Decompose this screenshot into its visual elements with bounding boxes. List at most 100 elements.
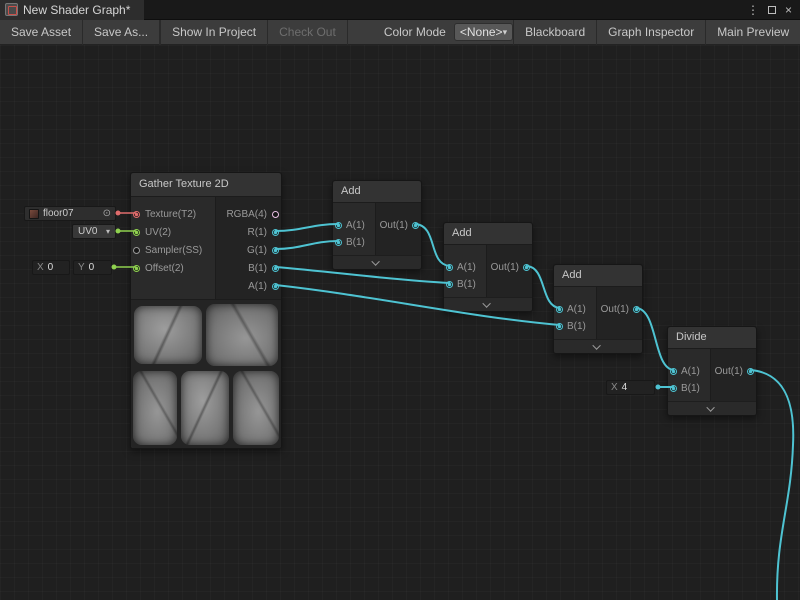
port-label: Out(1) [715, 366, 743, 377]
node-collapse-control[interactable] [668, 401, 756, 415]
node-divide[interactable]: Divide A(1) B(1) Out(1) [667, 326, 757, 416]
port-output-b[interactable]: B(1) [248, 260, 279, 276]
port-dot-a[interactable] [335, 222, 342, 229]
node-gather-texture-2d[interactable]: Gather Texture 2D Texture(T2) UV(2) Samp… [130, 172, 282, 449]
port-dot-b[interactable] [446, 281, 453, 288]
chevron-down-icon [592, 341, 600, 349]
offset-y-field[interactable]: Y 0 [73, 260, 112, 275]
color-mode-value: <None> [460, 25, 503, 39]
blackboard-toggle-button[interactable]: Blackboard [513, 20, 596, 45]
node-collapse-control[interactable] [333, 255, 421, 269]
port-input-uv[interactable]: UV(2) [133, 224, 171, 240]
main-preview-toggle-button[interactable]: Main Preview [705, 20, 800, 45]
port-label: G(1) [247, 245, 267, 256]
port-dot-out[interactable] [633, 306, 640, 313]
color-mode-label: Color Mode [376, 25, 454, 39]
node-collapse-control[interactable] [444, 297, 532, 311]
title-bar: New Shader Graph* ⋮ × [0, 0, 800, 20]
port-label: A(1) [457, 262, 476, 273]
uv-channel-dropdown[interactable]: UV0 ▾ [72, 224, 116, 239]
port-dot-texture[interactable] [133, 211, 140, 218]
port-dot-a[interactable] [556, 306, 563, 313]
save-asset-button[interactable]: Save Asset [0, 20, 83, 45]
toolbar-right-group: Blackboard Graph Inspector Main Preview [513, 20, 800, 45]
node-collapse-control[interactable] [554, 339, 642, 353]
port-input-a[interactable]: A(1) [446, 259, 476, 275]
graph-canvas[interactable] [0, 45, 800, 600]
save-as-button[interactable]: Save As... [83, 20, 160, 45]
port-dot-b[interactable] [272, 265, 279, 272]
port-label: A(1) [248, 281, 267, 292]
texture-object-field[interactable]: floor07 ⊙ [24, 206, 116, 221]
chevron-down-icon: ▾ [106, 227, 110, 236]
port-dot-uv[interactable] [133, 229, 140, 236]
port-dot-r[interactable] [272, 229, 279, 236]
node-body: A(1) B(1) Out(1) [554, 287, 642, 339]
close-icon[interactable]: × [785, 0, 792, 20]
node-add-1[interactable]: Add A(1) B(1) Out(1) [332, 180, 422, 270]
port-output-out[interactable]: Out(1) [601, 301, 640, 317]
port-label: Out(1) [601, 304, 629, 315]
shader-graph-window: New Shader Graph* ⋮ × Save Asset Save As… [0, 0, 800, 600]
port-dot-out[interactable] [523, 264, 530, 271]
port-input-texture[interactable]: Texture(T2) [133, 206, 196, 222]
maximize-icon[interactable] [768, 6, 776, 14]
show-in-project-button[interactable]: Show In Project [161, 20, 268, 45]
port-output-a[interactable]: A(1) [248, 278, 279, 294]
port-dot-offset[interactable] [133, 265, 140, 272]
port-input-a[interactable]: A(1) [335, 217, 365, 233]
graph-inspector-toggle-button[interactable]: Graph Inspector [596, 20, 705, 45]
port-input-a[interactable]: A(1) [670, 363, 700, 379]
port-dot-b[interactable] [556, 323, 563, 330]
color-mode-dropdown[interactable]: <None> ▾ [454, 23, 513, 41]
chevron-down-icon [482, 299, 490, 307]
port-output-out[interactable]: Out(1) [380, 217, 419, 233]
object-picker-icon[interactable]: ⊙ [103, 208, 111, 219]
port-dot-a[interactable] [670, 368, 677, 375]
window-controls: ⋮ × [747, 0, 800, 20]
port-dot-a[interactable] [446, 264, 453, 271]
offset-x-field[interactable]: X 0 [32, 260, 70, 275]
port-label: A(1) [567, 304, 586, 315]
texture-thumbnail [29, 209, 39, 219]
more-menu-icon[interactable]: ⋮ [747, 0, 759, 20]
node-title[interactable]: Add [444, 223, 532, 245]
port-dot-g[interactable] [272, 247, 279, 254]
uv-channel-value: UV0 [78, 226, 97, 237]
node-title[interactable]: Add [554, 265, 642, 287]
port-dot-rgba[interactable] [272, 211, 279, 218]
port-dot-out[interactable] [412, 222, 419, 229]
port-label: Sampler(SS) [145, 245, 202, 256]
port-input-b[interactable]: B(1) [446, 276, 476, 292]
port-dot-a[interactable] [272, 283, 279, 290]
port-dot-b[interactable] [670, 385, 677, 392]
document-tab[interactable]: New Shader Graph* [0, 0, 144, 20]
node-add-2[interactable]: Add A(1) B(1) Out(1) [443, 222, 533, 312]
port-input-b[interactable]: B(1) [670, 380, 700, 396]
node-body: A(1) B(1) Out(1) [333, 203, 421, 255]
node-title[interactable]: Gather Texture 2D [131, 173, 281, 197]
port-input-sampler[interactable]: Sampler(SS) [133, 242, 202, 258]
port-output-out[interactable]: Out(1) [491, 259, 530, 275]
port-output-g[interactable]: G(1) [247, 242, 279, 258]
port-label: Out(1) [380, 220, 408, 231]
field-value: 4 [622, 382, 628, 393]
port-dot-sampler[interactable] [133, 247, 140, 254]
port-input-offset[interactable]: Offset(2) [133, 260, 184, 276]
port-output-r[interactable]: R(1) [248, 224, 279, 240]
node-add-3[interactable]: Add A(1) B(1) Out(1) [553, 264, 643, 354]
port-input-b[interactable]: B(1) [556, 318, 586, 334]
port-input-b[interactable]: B(1) [335, 234, 365, 250]
port-label: B(1) [248, 263, 267, 274]
port-output-rgba[interactable]: RGBA(4) [226, 206, 279, 222]
node-texture-preview [131, 299, 281, 448]
port-output-out[interactable]: Out(1) [715, 363, 754, 379]
divide-b-field[interactable]: X 4 [606, 380, 655, 395]
window-title: New Shader Graph* [23, 3, 130, 17]
field-label: X [37, 262, 44, 273]
port-input-a[interactable]: A(1) [556, 301, 586, 317]
port-dot-out[interactable] [747, 368, 754, 375]
node-title[interactable]: Add [333, 181, 421, 203]
port-dot-b[interactable] [335, 239, 342, 246]
node-title[interactable]: Divide [668, 327, 756, 349]
